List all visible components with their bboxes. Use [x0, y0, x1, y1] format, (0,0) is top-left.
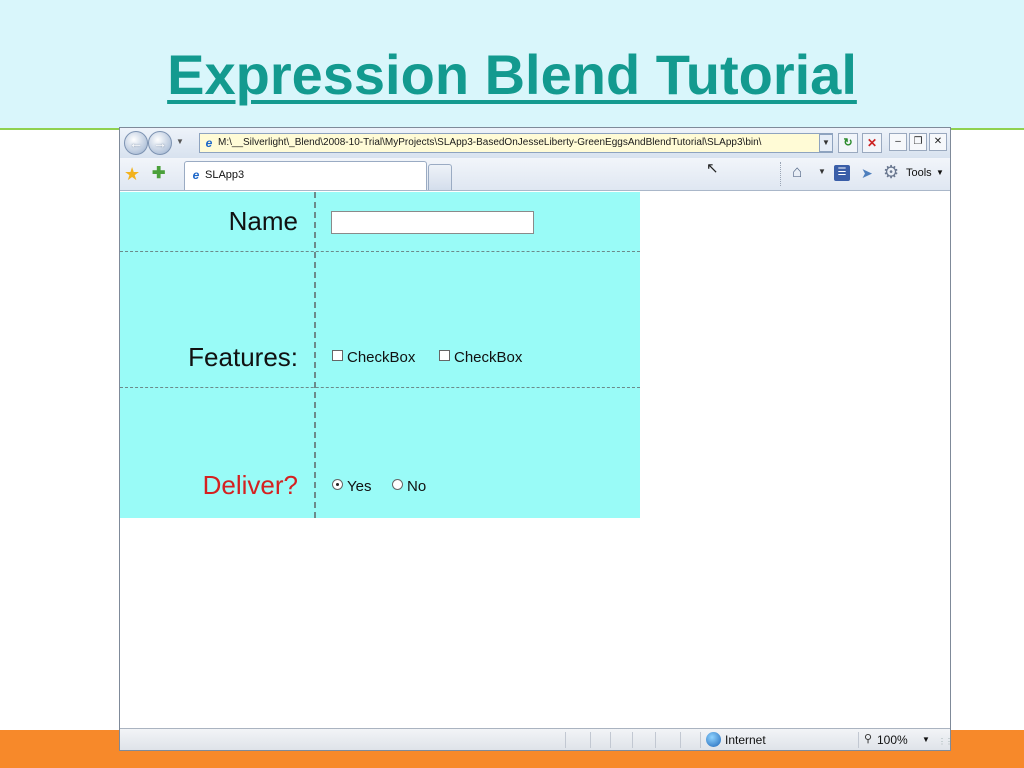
deliver-radio-yes[interactable]: Yes: [332, 478, 371, 495]
forward-button[interactable]: →: [148, 131, 172, 155]
deliver-radio-no[interactable]: No: [392, 478, 426, 495]
status-segment-divider: [700, 732, 701, 748]
internet-zone-icon: [706, 732, 721, 747]
name-input[interactable]: [331, 211, 534, 234]
minimize-icon: –: [895, 136, 901, 147]
ie-tab-icon: e: [192, 168, 200, 182]
zoom-dropdown-icon[interactable]: ▼: [922, 735, 930, 744]
browser-window: ← → ▼ e M:\__Silverlight\_Blend\2008-10-…: [119, 127, 951, 751]
tab-slapp3[interactable]: e SLApp3: [184, 161, 427, 190]
name-label: Name: [228, 206, 298, 236]
restore-button[interactable]: ❐: [909, 133, 927, 151]
zoom-level[interactable]: 100%: [877, 733, 908, 747]
navigation-bar: ← → ▼ e M:\__Silverlight\_Blend\2008-10-…: [120, 128, 950, 158]
tab-title: SLApp3: [205, 169, 245, 181]
new-tab-button[interactable]: [428, 164, 452, 190]
stop-icon: ✕: [866, 136, 878, 150]
ie-page-icon: e: [205, 136, 213, 150]
minimize-button[interactable]: –: [889, 133, 907, 151]
home-icon[interactable]: ⌂: [792, 162, 802, 182]
grid-divider-horizontal: [120, 387, 640, 388]
forward-icon: →: [153, 135, 167, 151]
tab-bar: ★ ✚ e SLApp3 ↖ ⌂ ▼ ☰ ➤ ⚙ Tools ▼: [120, 158, 950, 191]
command-bar-separator: [780, 162, 781, 186]
status-bar: Internet ⚲ 100% ▼ ⋮⋮: [120, 728, 950, 750]
mouse-cursor-icon: ↖: [706, 160, 719, 177]
security-zone-text: Internet: [725, 733, 766, 747]
slide-title: Expression Blend Tutorial: [0, 42, 1024, 107]
refresh-icon: ↻: [843, 137, 853, 149]
research-icon[interactable]: ➤: [861, 164, 873, 182]
checkbox-icon: [332, 350, 343, 361]
status-segment-divider: [565, 732, 566, 748]
resize-grip-icon[interactable]: ⋮⋮: [938, 737, 950, 746]
history-dropdown-icon[interactable]: ▼: [176, 137, 186, 149]
address-text: M:\__Silverlight\_Blend\2008-10-Trial\My…: [218, 137, 762, 148]
tools-menu[interactable]: Tools: [906, 167, 932, 179]
home-dropdown-icon[interactable]: ▼: [818, 167, 826, 176]
back-icon: ←: [129, 135, 143, 151]
close-button[interactable]: ✕: [929, 133, 947, 151]
stop-button[interactable]: ✕: [862, 133, 882, 153]
add-favorite-icon[interactable]: ✚: [152, 165, 165, 183]
checkbox-label: CheckBox: [454, 349, 523, 366]
radio-label: No: [407, 478, 427, 495]
radio-unselected-icon: [392, 479, 403, 490]
restore-icon: ❐: [913, 136, 923, 147]
address-bar[interactable]: e M:\__Silverlight\_Blend\2008-10-Trial\…: [199, 133, 833, 153]
close-icon: ✕: [933, 136, 943, 147]
status-segment-divider: [590, 732, 591, 748]
zoom-icon[interactable]: ⚲: [864, 732, 872, 745]
address-dropdown-icon[interactable]: ▼: [819, 134, 833, 152]
deliver-label: Deliver?: [202, 470, 298, 500]
checkbox-icon: [439, 350, 450, 361]
status-segment-divider: [632, 732, 633, 748]
radio-selected-icon: [332, 479, 343, 490]
status-segment-divider: [858, 732, 859, 748]
slide-title-text: Expression Blend Tutorial: [167, 43, 857, 106]
grid-divider-horizontal: [120, 251, 640, 252]
feeds-icon[interactable]: ☰: [834, 165, 850, 181]
radio-label: Yes: [347, 478, 372, 495]
favorites-star-icon[interactable]: ★: [124, 164, 140, 184]
tools-dropdown-icon[interactable]: ▼: [936, 168, 944, 177]
back-button[interactable]: ←: [124, 131, 148, 155]
status-segment-divider: [680, 732, 681, 748]
gear-icon[interactable]: ⚙: [883, 162, 899, 182]
grid-divider-vertical: [314, 192, 316, 518]
refresh-button[interactable]: ↻: [838, 133, 858, 153]
feature-checkbox-1[interactable]: CheckBox: [332, 349, 415, 366]
status-segment-divider: [610, 732, 611, 748]
features-label: Features:: [188, 342, 298, 372]
checkbox-label: CheckBox: [347, 349, 416, 366]
status-segment-divider: [655, 732, 656, 748]
feature-checkbox-2[interactable]: CheckBox: [439, 349, 522, 366]
silverlight-form-panel: Name Features: CheckBox CheckBox Deliver…: [120, 192, 640, 518]
